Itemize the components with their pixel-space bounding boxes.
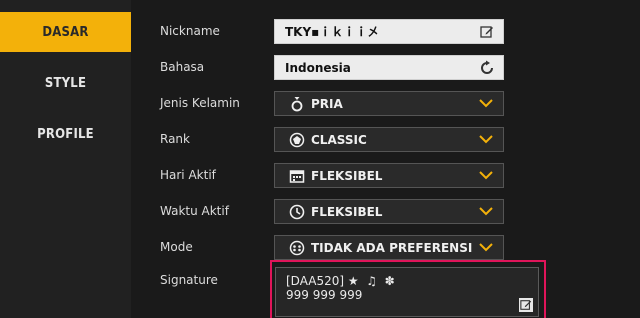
sidebar-item-label: PROFILE — [37, 126, 94, 142]
calendar-icon — [289, 168, 305, 184]
signature-line-2: 999 999 999 — [286, 288, 363, 302]
sidebar-item-label: STYLE — [44, 75, 87, 91]
language-label: Bahasa — [160, 60, 205, 74]
mode-select[interactable]: TIDAK ADA PREFERENSI — [274, 235, 504, 260]
chevron-down-icon[interactable] — [479, 206, 493, 216]
active-time-value: FLEKSIBEL — [311, 204, 383, 219]
signature-label: Signature — [160, 273, 218, 287]
signature-textarea[interactable]: [DAA520] ★ ♫ ✽ 999 999 999 — [275, 267, 539, 317]
nickname-field[interactable]: TKY▪ｉｋｉｉ㐅 — [274, 19, 504, 44]
sidebar-item-dasar[interactable]: DASAR — [0, 12, 131, 52]
refresh-icon[interactable] — [479, 60, 495, 76]
gender-value: PRIA — [311, 96, 343, 111]
sidebar-item-profile[interactable]: PROFILE — [0, 114, 131, 154]
active-days-select[interactable]: FLEKSIBEL — [274, 163, 504, 188]
chevron-down-icon[interactable] — [479, 242, 493, 252]
gender-select[interactable]: PRIA — [274, 91, 504, 116]
signature-line-1: [DAA520] ★ ♫ ✽ — [286, 274, 395, 288]
rank-select[interactable]: CLASSIC — [274, 127, 504, 152]
language-field[interactable]: Indonesia — [274, 55, 504, 80]
nickname-value: TKY▪ｉｋｉｉ㐅 — [285, 25, 380, 39]
male-icon — [289, 96, 305, 112]
mode-label: Mode — [160, 240, 193, 254]
edit-icon[interactable] — [519, 298, 533, 312]
rank-label: Rank — [160, 132, 190, 146]
active-days-label: Hari Aktif — [160, 168, 216, 182]
active-time-select[interactable]: FLEKSIBEL — [274, 199, 504, 224]
sidebar: DASAR STYLE PROFILE — [0, 0, 131, 318]
clock-icon — [289, 204, 305, 220]
sidebar-item-style[interactable]: STYLE — [0, 63, 131, 103]
edit-icon[interactable] — [479, 24, 495, 40]
gamepad-icon — [289, 240, 305, 256]
rank-badge-icon — [289, 132, 305, 148]
rank-value: CLASSIC — [311, 132, 367, 147]
gender-label: Jenis Kelamin — [160, 96, 240, 110]
mode-value: TIDAK ADA PREFERENSI — [311, 240, 473, 255]
sidebar-item-label: DASAR — [42, 24, 89, 40]
nickname-label: Nickname — [160, 24, 220, 38]
active-days-value: FLEKSIBEL — [311, 168, 383, 183]
chevron-down-icon[interactable] — [479, 134, 493, 144]
chevron-down-icon[interactable] — [479, 98, 493, 108]
chevron-down-icon[interactable] — [479, 170, 493, 180]
language-value: Indonesia — [285, 60, 351, 75]
active-time-label: Waktu Aktif — [160, 204, 229, 218]
